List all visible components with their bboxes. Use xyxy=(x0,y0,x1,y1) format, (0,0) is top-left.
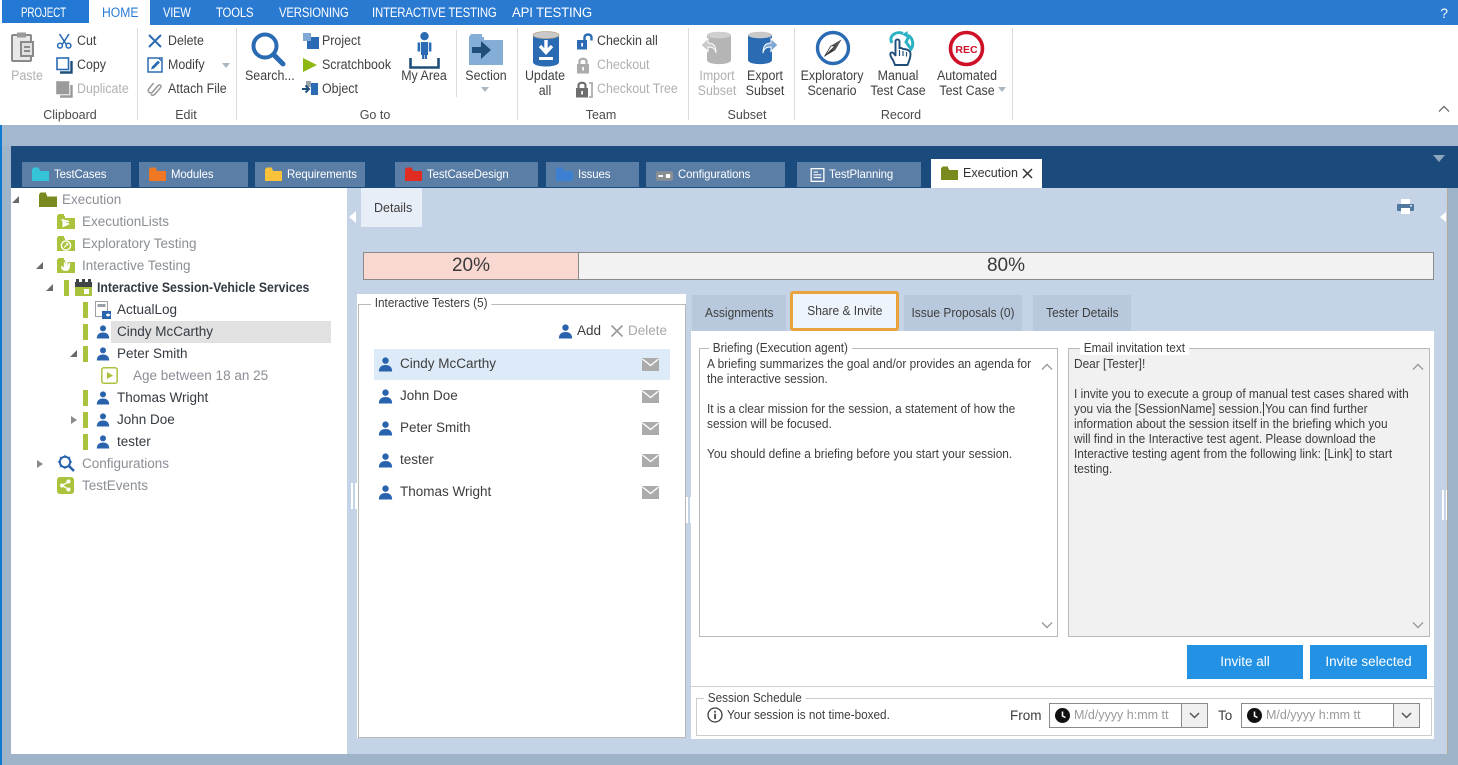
svg-text:REC: REC xyxy=(955,44,978,56)
